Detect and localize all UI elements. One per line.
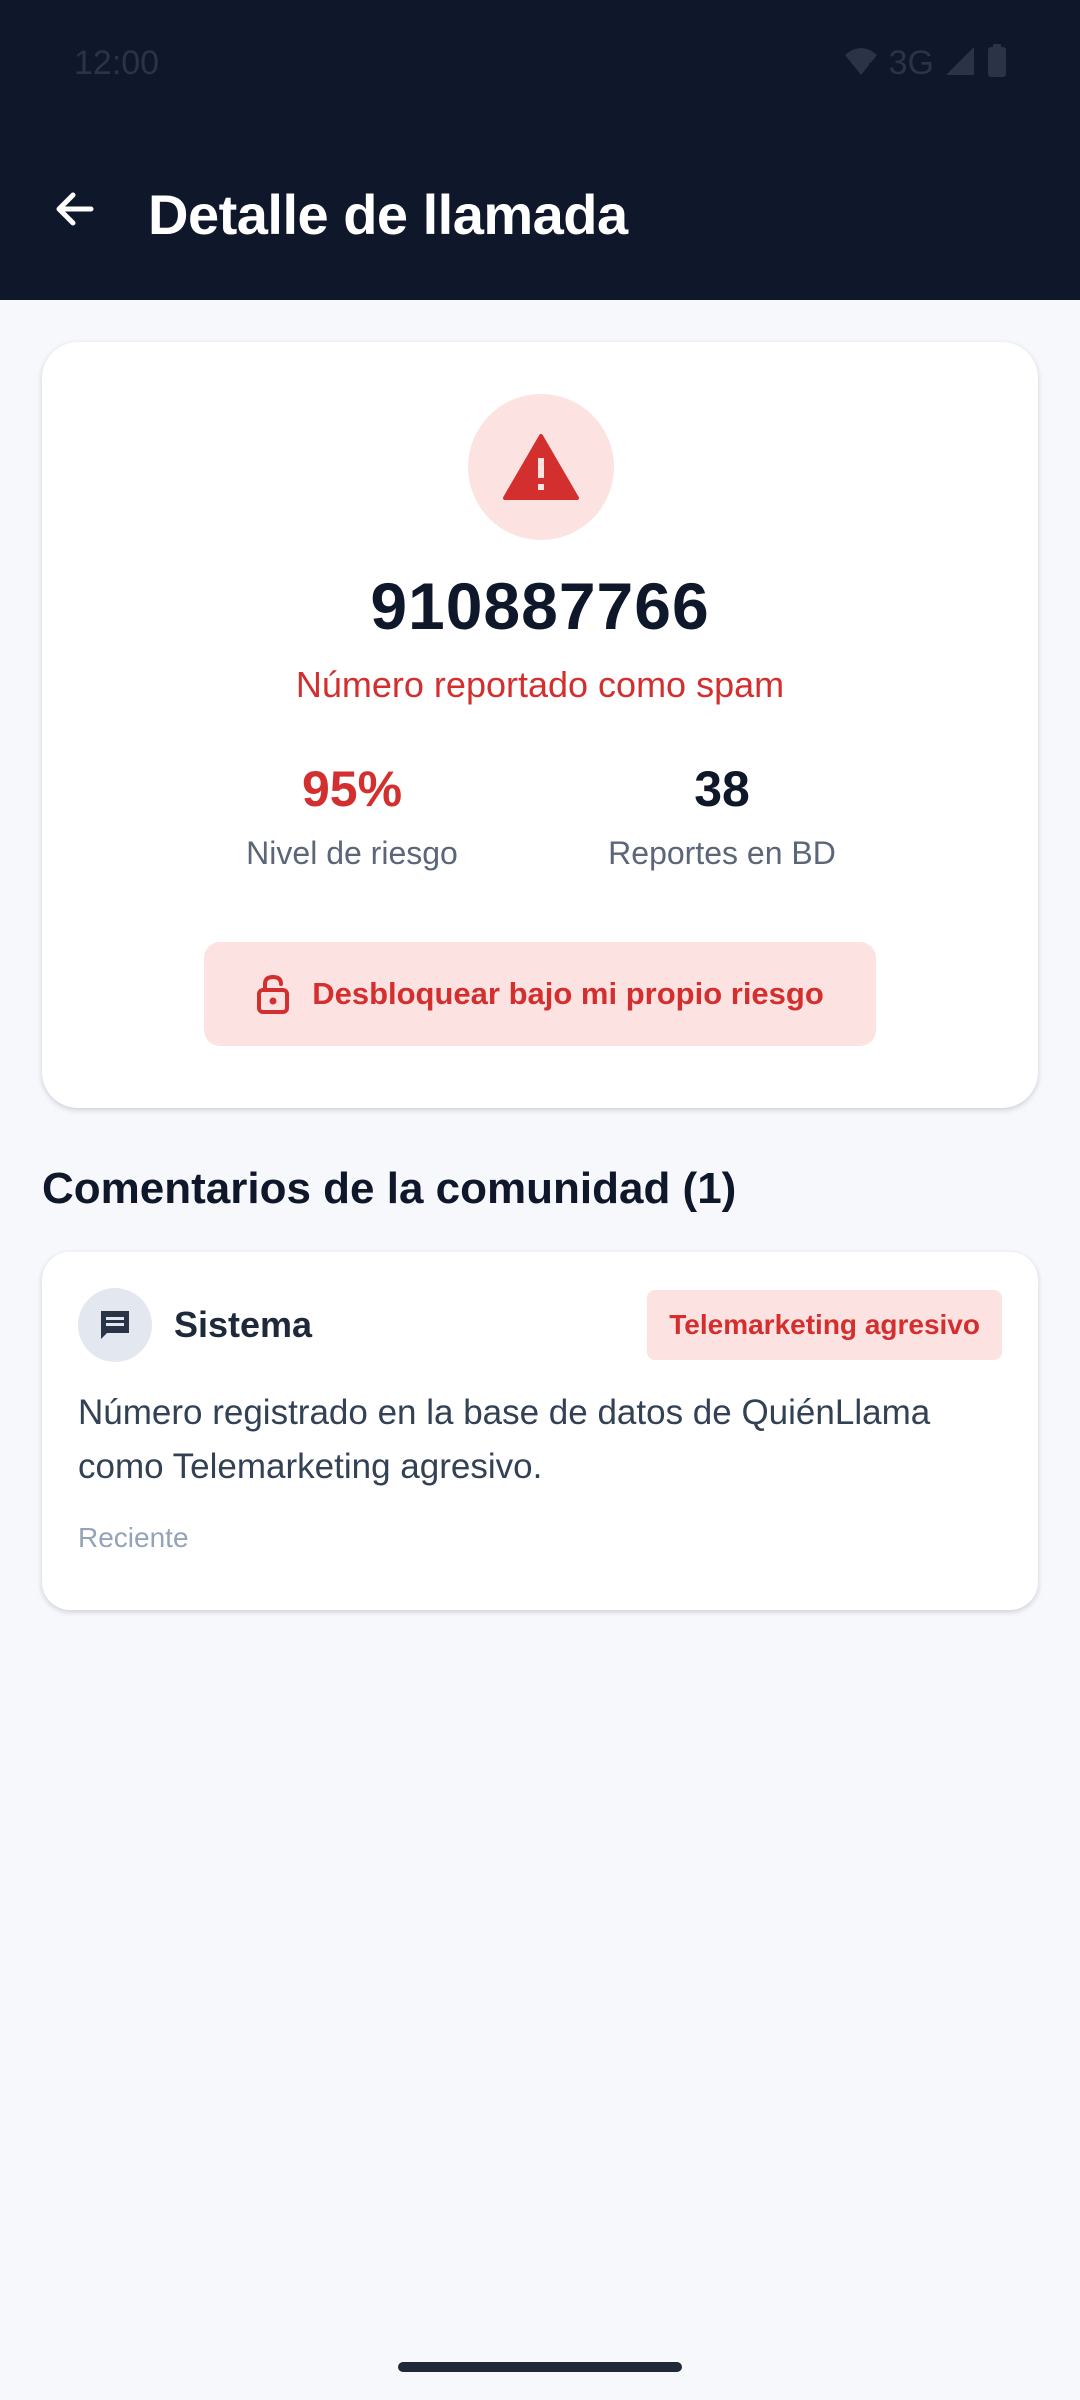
avatar: [78, 1288, 152, 1362]
network-type: 3G: [888, 44, 934, 82]
alert-badge: [468, 394, 614, 540]
comment-timestamp: Reciente: [78, 1522, 189, 1553]
call-detail-card: 910887766 Número reportado como spam 95%…: [42, 342, 1038, 1108]
comment-text: Número registrado en la base de datos de…: [78, 1393, 931, 1486]
arrow-back-icon: [56, 192, 94, 226]
status-icons: 3G: [843, 44, 1008, 83]
comment-category-badge: Telemarketing agresivo: [647, 1290, 1002, 1360]
signal-icon: [944, 45, 976, 82]
reports-stat: 38 Reportes en BD: [542, 762, 902, 872]
risk-label: Nivel de riesgo: [246, 835, 458, 871]
risk-stat: 95% Nivel de riesgo: [172, 762, 532, 872]
battery-icon: [986, 44, 1008, 83]
top-header: 12:00 3G Detalle de llamada: [0, 0, 1080, 300]
warning-triangle-icon: [503, 434, 579, 500]
back-button[interactable]: [46, 180, 104, 238]
status-bar: 12:00 3G: [0, 0, 1080, 130]
comments-section-title: Comentarios de la comunidad (1): [42, 1164, 737, 1213]
comment-author: Sistema: [174, 1304, 313, 1345]
risk-value: 95%: [301, 761, 403, 817]
unlock-button-label: Desbloquear bajo mi propio riesgo: [312, 976, 824, 1011]
spam-status-label: Número reportado como spam: [295, 664, 785, 705]
home-indicator[interactable]: [398, 2362, 682, 2372]
app-bar: Detalle de llamada: [0, 160, 1080, 270]
comment-icon: [101, 1311, 129, 1339]
reports-label: Reportes en BD: [608, 835, 836, 871]
phone-number: 910887766: [370, 569, 710, 643]
comment-card: Sistema Telemarketing agresivo Número re…: [42, 1252, 1038, 1610]
page-title: Detalle de llamada: [148, 183, 628, 246]
reports-value: 38: [694, 761, 750, 817]
status-time: 12:00: [74, 44, 160, 82]
unlock-button[interactable]: Desbloquear bajo mi propio riesgo: [204, 942, 876, 1046]
wifi-icon: [843, 45, 879, 82]
lock-open-icon: [257, 974, 290, 1014]
